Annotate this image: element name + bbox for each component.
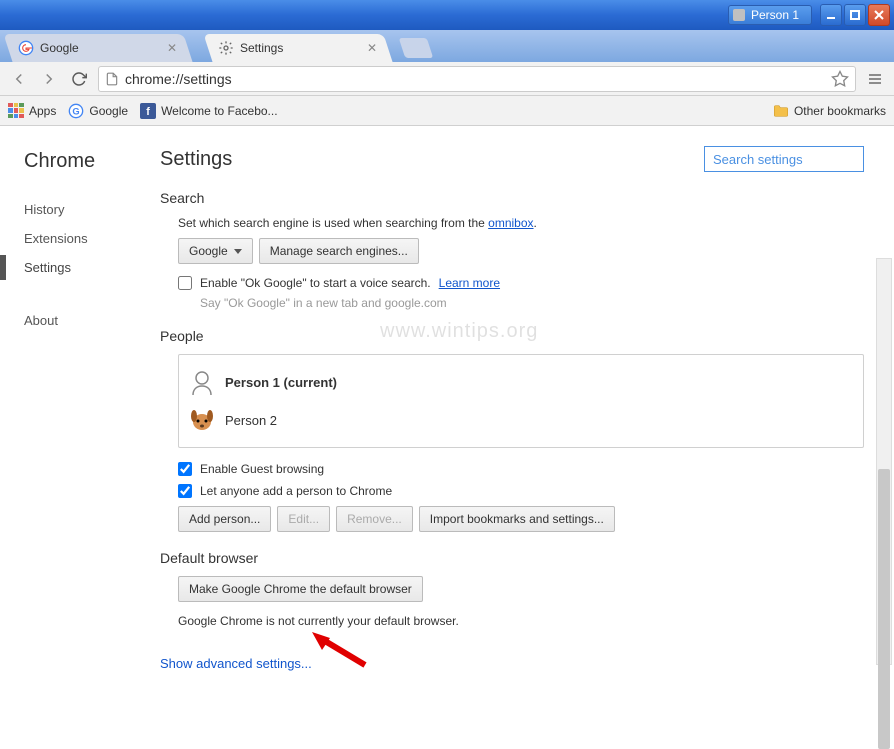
scrollbar-thumb[interactable] [878, 469, 890, 749]
svg-text:G: G [73, 106, 80, 116]
back-button[interactable] [8, 68, 30, 90]
forward-button[interactable] [38, 68, 60, 90]
tab-settings[interactable]: Settings ✕ [203, 34, 392, 62]
default-avatar-icon [189, 369, 215, 395]
section-default-browser-title: Default browser [160, 550, 864, 566]
page-icon [105, 72, 119, 86]
other-bookmarks[interactable]: Other bookmarks [773, 104, 886, 118]
tab-label: Settings [240, 41, 283, 55]
ok-google-label: Enable "Ok Google" to start a voice sear… [200, 276, 431, 290]
google-favicon-icon: G [68, 103, 84, 119]
page-title: Settings [160, 148, 704, 171]
add-person-button[interactable]: Add person... [178, 506, 271, 532]
tab-close-icon[interactable]: ✕ [366, 42, 378, 54]
settings-sidebar: Chrome History Extensions Settings About [0, 126, 160, 671]
tab-label: Google [40, 41, 79, 55]
window-titlebar: Person 1 [0, 0, 894, 30]
chrome-menu-button[interactable] [864, 68, 886, 90]
maximize-button[interactable] [844, 4, 866, 26]
profile-button[interactable]: Person 1 [728, 5, 812, 25]
section-people-title: People [160, 328, 864, 344]
gear-icon [218, 40, 234, 56]
anyone-add-label: Let anyone add a person to Chrome [200, 484, 392, 498]
minimize-button[interactable] [820, 4, 842, 26]
default-browser-status: Google Chrome is not currently your defa… [178, 614, 864, 628]
manage-search-engines-button[interactable]: Manage search engines... [259, 238, 419, 264]
guest-browsing-label: Enable Guest browsing [200, 462, 324, 476]
bookmark-star-icon[interactable] [831, 70, 849, 88]
search-settings-input[interactable] [704, 146, 864, 172]
facebook-favicon-icon: f [140, 103, 156, 119]
bookmark-google[interactable]: G Google [68, 103, 128, 119]
apps-grid-icon [8, 103, 24, 119]
tab-strip: Google ✕ Settings ✕ [0, 30, 894, 62]
settings-main: Settings Search Set which search engine … [160, 126, 894, 671]
reload-button[interactable] [68, 68, 90, 90]
bookmark-label: Welcome to Facebo... [161, 104, 278, 118]
sidebar-item-extensions[interactable]: Extensions [24, 224, 160, 253]
sidebar-item-history[interactable]: History [24, 195, 160, 224]
section-search-title: Search [160, 190, 864, 206]
google-favicon-icon [18, 40, 34, 56]
person-row[interactable]: Person 2 [189, 401, 853, 439]
tab-google[interactable]: Google ✕ [3, 34, 192, 62]
vertical-scrollbar[interactable] [876, 258, 892, 665]
make-default-browser-button[interactable]: Make Google Chrome the default browser [178, 576, 423, 602]
person-name: Person 1 (current) [225, 375, 337, 390]
people-list: Person 1 (current) Person 2 [178, 354, 864, 448]
remove-person-button[interactable]: Remove... [336, 506, 413, 532]
tab-close-icon[interactable]: ✕ [166, 42, 178, 54]
bookmark-label: Google [89, 104, 128, 118]
show-advanced-settings-link[interactable]: Show advanced settings... [160, 656, 312, 671]
bookmark-facebook[interactable]: f Welcome to Facebo... [140, 103, 278, 119]
import-bookmarks-button[interactable]: Import bookmarks and settings... [419, 506, 615, 532]
guest-browsing-checkbox[interactable] [178, 462, 192, 476]
sidebar-title: Chrome [24, 150, 160, 173]
dog-avatar-icon [189, 407, 215, 433]
bookmark-label: Apps [29, 104, 56, 118]
person-name: Person 2 [225, 413, 277, 428]
omnibox-link[interactable]: omnibox [488, 216, 533, 230]
settings-content: Chrome History Extensions Settings About… [0, 126, 894, 671]
bookmarks-bar: Apps G Google f Welcome to Facebo... Oth… [0, 96, 894, 126]
ok-google-hint: Say "Ok Google" in a new tab and google.… [200, 296, 864, 310]
learn-more-link[interactable]: Learn more [439, 276, 500, 290]
apps-shortcut[interactable]: Apps [8, 103, 56, 119]
browser-toolbar [0, 62, 894, 96]
sidebar-item-about[interactable]: About [24, 306, 160, 335]
svg-text:f: f [146, 106, 150, 118]
close-button[interactable] [868, 4, 890, 26]
sidebar-item-settings[interactable]: Settings [24, 253, 160, 282]
anyone-add-checkbox[interactable] [178, 484, 192, 498]
folder-icon [773, 104, 789, 118]
person-row-current[interactable]: Person 1 (current) [189, 363, 853, 401]
ok-google-checkbox[interactable] [178, 276, 192, 290]
search-description: Set which search engine is used when sea… [178, 216, 864, 230]
edit-person-button[interactable]: Edit... [277, 506, 330, 532]
caret-down-icon [234, 249, 242, 254]
search-engine-dropdown[interactable]: Google [178, 238, 253, 264]
bookmark-label: Other bookmarks [794, 104, 886, 118]
new-tab-button[interactable] [399, 38, 433, 58]
url-input[interactable] [125, 71, 831, 87]
address-bar[interactable] [98, 66, 856, 92]
